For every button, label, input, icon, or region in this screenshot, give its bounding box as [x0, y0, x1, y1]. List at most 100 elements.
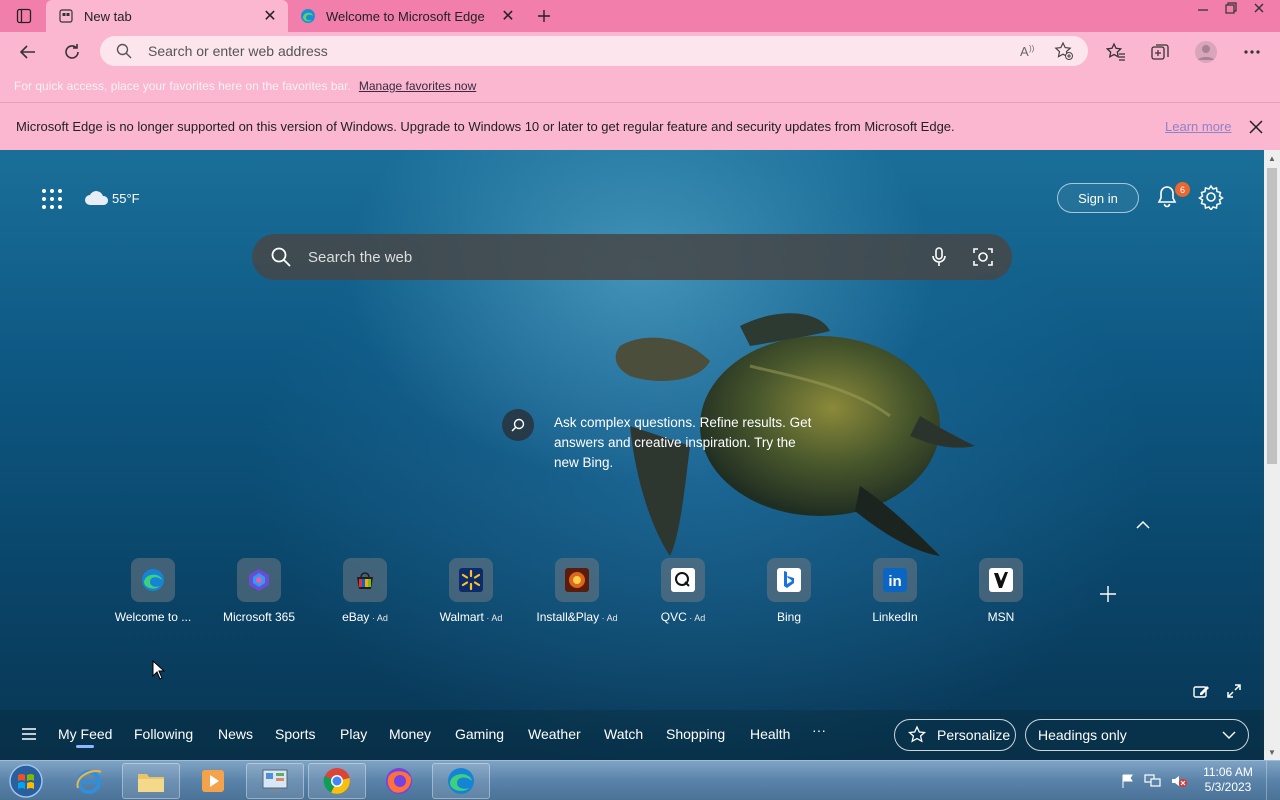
refresh-button[interactable]	[58, 38, 86, 66]
visual-search-icon[interactable]	[972, 246, 994, 268]
tile-label: Microsoft 365	[222, 610, 296, 624]
bing-promo-text: Ask complex questions. Refine results. G…	[554, 415, 812, 470]
cloud-icon	[85, 191, 109, 205]
fullscreen-expand-icon[interactable]	[1226, 683, 1242, 699]
tile-ad-label: · Ad	[599, 613, 618, 623]
add-favorite-icon[interactable]	[1052, 39, 1076, 63]
quick-link-tile[interactable]: Welcome to ...	[100, 558, 206, 628]
tab-new-tab[interactable]: New tab ✕	[46, 0, 288, 32]
sign-in-button[interactable]: Sign in	[1057, 183, 1139, 213]
action-center-flag-icon[interactable]	[1120, 773, 1136, 789]
tile-label: LinkedIn	[872, 610, 918, 624]
favorites-bar: For quick access, place your favorites h…	[0, 70, 1280, 102]
favorites-bar-hint: For quick access, place your favorites h…	[14, 79, 351, 93]
tab-welcome-edge[interactable]: Welcome to Microsoft Edge ✕	[288, 0, 526, 32]
newtab-icon	[58, 8, 74, 24]
feed-more-button[interactable]: ···	[812, 722, 826, 738]
tab-actions-icon	[16, 8, 32, 24]
feed-tab-sports[interactable]: Sports	[275, 726, 315, 742]
feed-layout-select[interactable]: Headings only	[1025, 719, 1249, 751]
scrollbar-thumb[interactable]	[1267, 168, 1277, 464]
add-quick-link-plus-icon[interactable]	[1098, 584, 1118, 604]
scroll-up-arrow-icon[interactable]: ▲	[1264, 150, 1280, 166]
close-window-button[interactable]	[1248, 0, 1270, 16]
quick-link-tile[interactable]: Bing	[736, 558, 842, 628]
mouse-cursor-icon	[152, 660, 166, 680]
feed-tab-health[interactable]: Health	[750, 726, 790, 742]
unsupported-os-infobar: Microsoft Edge is no longer supported on…	[0, 102, 1280, 150]
quick-link-tile[interactable]: MSN	[948, 558, 1054, 628]
voice-search-mic-icon[interactable]	[928, 246, 950, 268]
collections-button[interactable]	[1146, 38, 1174, 66]
quick-link-tile[interactable]: in LinkedIn	[842, 558, 948, 628]
address-input[interactable]	[148, 43, 1016, 59]
chrome-icon	[323, 768, 350, 794]
tile-label: Welcome to ...	[114, 610, 192, 624]
taskbar-firefox[interactable]	[370, 763, 428, 799]
back-button[interactable]	[14, 38, 42, 66]
feed-tab-shopping[interactable]: Shopping	[666, 726, 725, 742]
quick-link-tile[interactable]: Microsoft 365	[206, 558, 312, 628]
feed-tab-weather[interactable]: Weather	[528, 726, 581, 742]
app-launcher-icon[interactable]	[40, 187, 64, 211]
web-search-input[interactable]	[308, 248, 928, 266]
volume-muted-icon[interactable]	[1170, 773, 1188, 789]
close-infobar-button[interactable]	[1246, 117, 1266, 137]
tile-label: Walmart	[439, 610, 484, 624]
restore-icon	[1225, 2, 1237, 14]
quick-link-tile[interactable]: eBay · Ad	[312, 558, 418, 628]
linkedin-icon: in	[873, 558, 917, 602]
close-icon	[1254, 3, 1264, 13]
weather-widget[interactable]: 55°F	[84, 188, 140, 208]
taskbar-control-panel[interactable]	[246, 763, 304, 799]
read-aloud-icon[interactable]: A))	[1016, 39, 1040, 63]
tile-label: eBay	[342, 610, 370, 624]
taskbar-clock[interactable]: 11:06 AM 5/3/2023	[1196, 765, 1260, 795]
taskbar-file-explorer[interactable]	[122, 763, 180, 799]
learn-more-link[interactable]: Learn more	[1165, 119, 1231, 134]
feed-tab-following[interactable]: Following	[134, 726, 193, 742]
taskbar-chrome[interactable]	[308, 763, 366, 799]
settings-and-more-button[interactable]	[1238, 38, 1266, 66]
feed-tab-watch[interactable]: Watch	[604, 726, 643, 742]
feed-navigation-bar: My Feed Following News Sports Play Money…	[0, 710, 1264, 760]
manage-favorites-link[interactable]: Manage favorites now	[359, 79, 476, 93]
edit-background-icon[interactable]	[1192, 682, 1210, 700]
feed-tab-play[interactable]: Play	[340, 726, 367, 742]
personalize-button[interactable]: Personalize	[894, 719, 1016, 751]
clock-date: 5/3/2023	[1204, 780, 1252, 794]
close-tab-icon[interactable]: ✕	[498, 6, 518, 26]
restore-button[interactable]	[1220, 0, 1242, 16]
profile-button[interactable]	[1192, 38, 1220, 66]
quick-link-tile[interactable]: Walmart · Ad	[418, 558, 524, 628]
start-button[interactable]	[6, 762, 46, 800]
favorites-button[interactable]	[1102, 38, 1130, 66]
scroll-down-arrow-icon[interactable]: ▼	[1264, 744, 1280, 760]
close-icon	[1249, 119, 1263, 134]
taskbar-internet-explorer[interactable]	[60, 763, 118, 799]
tab-title: New tab	[84, 8, 132, 24]
feed-tab-gaming[interactable]: Gaming	[455, 726, 504, 742]
taskbar-edge[interactable]	[432, 763, 490, 799]
show-desktop-button[interactable]	[1266, 761, 1280, 800]
feed-tab-my-feed[interactable]: My Feed	[58, 726, 112, 748]
taskbar-media-player[interactable]	[184, 763, 242, 799]
hamburger-menu-icon[interactable]	[20, 726, 38, 742]
feed-tab-news[interactable]: News	[218, 726, 253, 742]
minimize-button[interactable]	[1192, 0, 1214, 16]
window-controls	[1192, 0, 1270, 18]
close-tab-icon[interactable]: ✕	[260, 6, 280, 26]
new-tab-button[interactable]	[532, 4, 556, 28]
quick-link-tile[interactable]: QVC · Ad	[630, 558, 736, 628]
search-icon	[271, 247, 291, 267]
feed-tab-money[interactable]: Money	[389, 726, 431, 742]
collapse-quick-links-chevron-up-icon[interactable]	[1134, 518, 1152, 532]
quick-link-tile[interactable]: Install&Play · Ad	[524, 558, 630, 628]
page-scrollbar[interactable]: ▲ ▼	[1264, 150, 1280, 760]
ebay-icon	[343, 558, 387, 602]
sparkle-star-icon	[907, 725, 927, 743]
page-settings-gear-icon[interactable]	[1198, 184, 1224, 210]
network-icon[interactable]	[1144, 773, 1162, 789]
web-search-box	[252, 234, 1012, 280]
tab-actions-button[interactable]	[10, 6, 38, 26]
